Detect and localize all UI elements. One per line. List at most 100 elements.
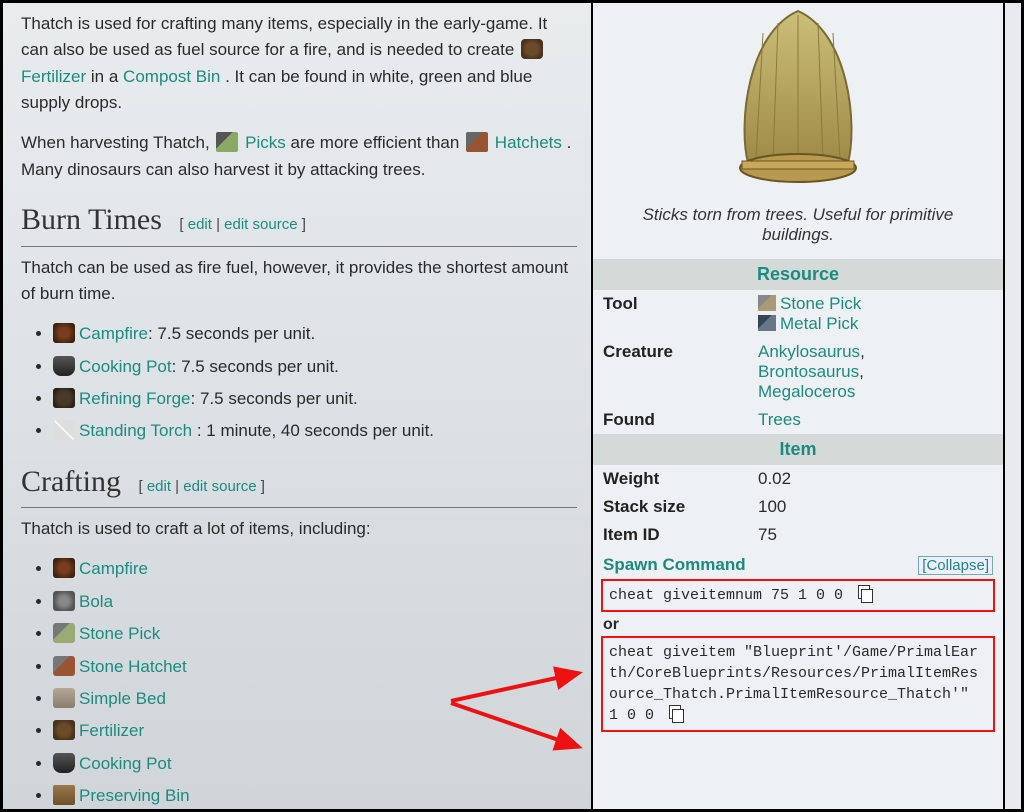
link-standing torch[interactable]: Standing Torch	[79, 421, 192, 440]
pick-icon	[216, 132, 238, 152]
link-compost-bin[interactable]: Compost Bin	[123, 67, 220, 86]
item-icon	[53, 420, 75, 440]
edit-link[interactable]: edit	[188, 216, 212, 233]
crafting-intro: Thatch is used to craft a lot of items, …	[21, 516, 577, 542]
fertilizer-icon	[521, 39, 543, 59]
article-body: Thatch is used for crafting many items, …	[3, 3, 591, 809]
item-icon	[53, 591, 75, 611]
link-fertilizer[interactable]: Fertilizer	[79, 721, 144, 740]
crafting-list-item: Cooking Pot	[53, 751, 577, 777]
metal-pick-icon	[758, 315, 776, 331]
crafting-list-item: Bola	[53, 589, 577, 615]
edit-link[interactable]: edit	[147, 478, 171, 495]
link-cooking pot[interactable]: Cooking Pot	[79, 357, 172, 376]
item-icon	[53, 623, 75, 643]
link-brontosaurus[interactable]: Brontosaurus	[758, 362, 859, 381]
infobox: Sticks torn from trees. Useful for primi…	[591, 3, 1005, 809]
intro-paragraph-1: Thatch is used for crafting many items, …	[21, 11, 577, 116]
link-trees[interactable]: Trees	[758, 410, 801, 429]
link-metal-pick[interactable]: Metal Pick	[780, 314, 858, 333]
edit-links: [ edit | edit source ]	[138, 478, 264, 495]
item-icon	[53, 388, 75, 408]
spawn-command-2: cheat giveitem "Blueprint'/Game/PrimalEa…	[601, 636, 995, 732]
crafting-list-item: Fertilizer	[53, 718, 577, 744]
infobox-row-found: Found Trees	[593, 406, 1003, 434]
infobox-row-stack: Stack size 100	[593, 493, 1003, 521]
thatch-image	[708, 3, 888, 193]
collapse-button[interactable]: [Collapse]	[918, 556, 993, 575]
infobox-value: 75	[758, 525, 993, 545]
crafting-list-item: Campfire	[53, 556, 577, 582]
text: : 7.5 seconds per unit.	[191, 389, 358, 408]
link-refining forge[interactable]: Refining Forge	[79, 389, 191, 408]
item-icon	[53, 558, 75, 578]
infobox-value: 0.02	[758, 469, 993, 489]
crafting-list-item: Stone Hatchet	[53, 654, 577, 680]
burn-list: Campfire: 7.5 seconds per unit.Cooking P…	[21, 321, 577, 444]
or-text: or	[601, 614, 995, 636]
stone-pick-icon	[758, 295, 776, 311]
text: : 1 minute, 40 seconds per unit.	[192, 421, 434, 440]
infobox-row-itemid: Item ID 75	[593, 521, 1003, 549]
link-simple bed[interactable]: Simple Bed	[79, 689, 166, 708]
crafting-list: Campfire Bola Stone Pick Stone Hatchet Simpl…	[21, 556, 577, 809]
burn-list-item: Refining Forge: 7.5 seconds per unit.	[53, 386, 577, 412]
heading-text: Crafting	[21, 465, 121, 498]
link-campfire[interactable]: Campfire	[79, 324, 148, 343]
infobox-row-weight: Weight 0.02	[593, 465, 1003, 493]
text: Thatch is used for crafting many items, …	[21, 14, 547, 59]
text: When harvesting Thatch,	[21, 133, 214, 152]
infobox-caption: Sticks torn from trees. Useful for primi…	[593, 205, 1003, 259]
burn-list-item: Cooking Pot: 7.5 seconds per unit.	[53, 354, 577, 380]
text: : 7.5 seconds per unit.	[172, 357, 339, 376]
link-fertilizer[interactable]: Fertilizer	[21, 67, 86, 86]
burn-list-item: Standing Torch : 1 minute, 40 seconds pe…	[53, 418, 577, 444]
link-stone-pick[interactable]: Stone Pick	[780, 294, 861, 313]
infobox-label: Creature	[603, 342, 758, 402]
link-campfire[interactable]: Campfire	[79, 559, 148, 578]
infobox-value: Stone Pick Metal Pick	[758, 294, 993, 334]
infobox-label: Tool	[603, 294, 758, 334]
hatchet-icon	[466, 132, 488, 152]
crafting-list-item: Preserving Bin	[53, 783, 577, 809]
infobox-resource-header: Resource	[593, 259, 1003, 290]
right-gutter	[1005, 3, 1021, 809]
spawn-command-label: Spawn Command	[603, 555, 746, 575]
copy-icon[interactable]	[669, 705, 683, 721]
infobox-row-tool: Tool Stone Pick Metal Pick	[593, 290, 1003, 338]
link-stone pick[interactable]: Stone Pick	[79, 624, 160, 643]
link-cooking pot[interactable]: Cooking Pot	[79, 754, 172, 773]
item-icon	[53, 656, 75, 676]
link-ankylosaurus[interactable]: Ankylosaurus	[758, 342, 860, 361]
link-picks[interactable]: Picks	[245, 133, 286, 152]
text: in a	[91, 67, 123, 86]
item-icon	[53, 688, 75, 708]
heading-burn-times: Burn Times [ edit | edit source ]	[21, 197, 577, 247]
link-preserving bin[interactable]: Preserving Bin	[79, 786, 190, 805]
command-text: cheat giveitem "Blueprint'/Game/PrimalEa…	[609, 644, 978, 724]
infobox-label: Weight	[603, 469, 758, 489]
item-icon	[53, 720, 75, 740]
spawn-command-section: Spawn Command [Collapse] cheat giveitemn…	[593, 549, 1003, 734]
item-icon	[53, 753, 75, 773]
crafting-list-item: Stone Pick	[53, 621, 577, 647]
infobox-value: 100	[758, 497, 993, 517]
item-icon	[53, 356, 75, 376]
link-stone hatchet[interactable]: Stone Hatchet	[79, 657, 187, 676]
link-megaloceros[interactable]: Megaloceros	[758, 382, 855, 401]
edit-source-link[interactable]: edit source	[224, 216, 297, 233]
copy-icon[interactable]	[858, 585, 872, 601]
infobox-label: Found	[603, 410, 758, 430]
heading-text: Burn Times	[21, 203, 162, 236]
item-icon	[53, 323, 75, 343]
infobox-label: Item ID	[603, 525, 758, 545]
link-hatchets[interactable]: Hatchets	[495, 133, 562, 152]
intro-paragraph-2: When harvesting Thatch, Picks are more e…	[21, 130, 577, 183]
infobox-row-creature: Creature Ankylosaurus, Brontosaurus, Meg…	[593, 338, 1003, 406]
link-bola[interactable]: Bola	[79, 592, 113, 611]
edit-links: [ edit | edit source ]	[179, 216, 305, 233]
infobox-item-header: Item	[593, 434, 1003, 465]
edit-source-link[interactable]: edit source	[183, 478, 256, 495]
item-icon	[53, 785, 75, 805]
spawn-command-1: cheat giveitemnum 75 1 0 0	[601, 579, 995, 612]
